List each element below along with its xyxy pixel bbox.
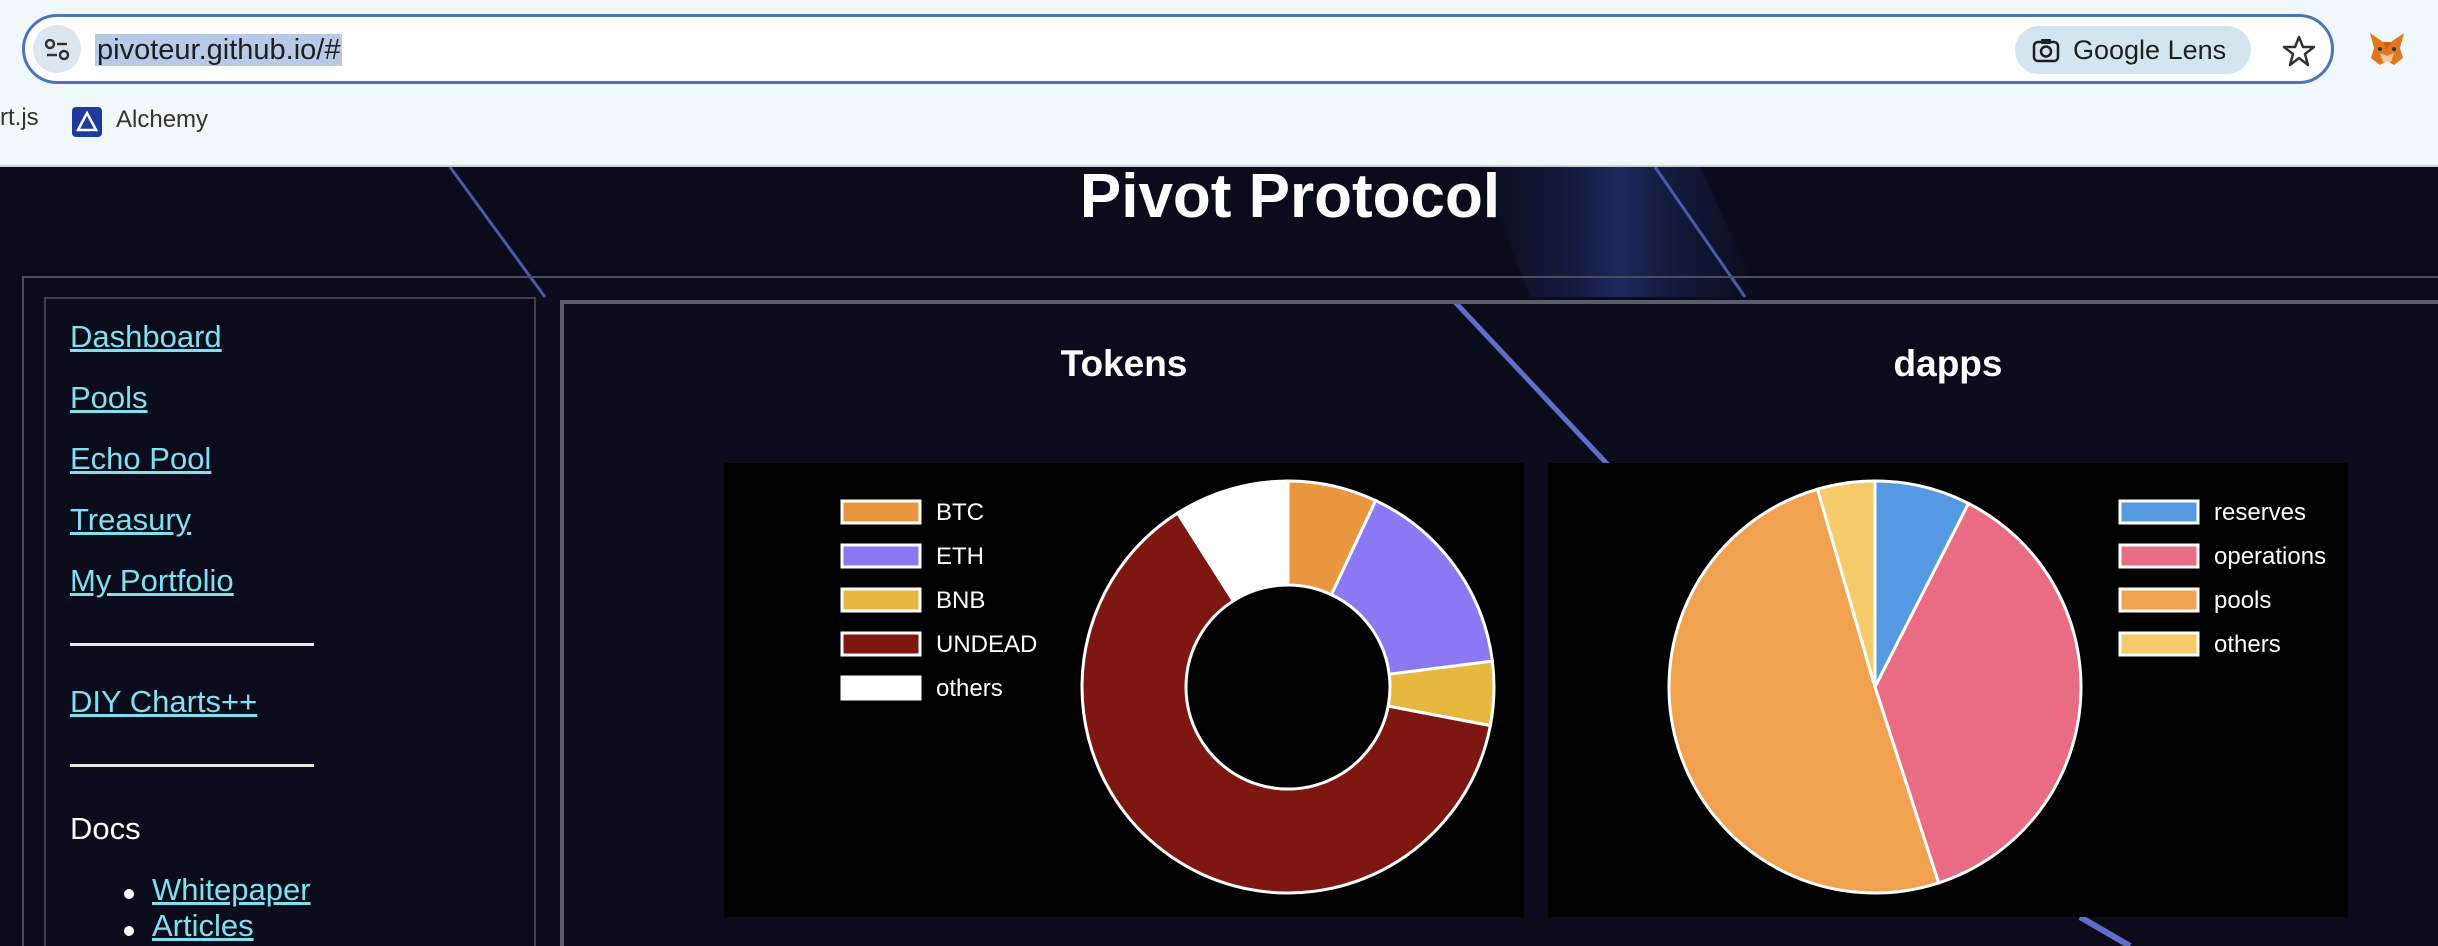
- lens-label: Google Lens: [2073, 35, 2227, 65]
- legend-label-others[interactable]: others: [936, 675, 1003, 702]
- legend-label-undead[interactable]: UNDEAD: [936, 631, 1037, 658]
- legend-swatch-undead[interactable]: [840, 631, 922, 657]
- nav-link-echo-pool[interactable]: Echo Pool: [70, 441, 211, 477]
- legend-swatch-others[interactable]: [840, 675, 922, 701]
- nav-link-whitepaper[interactable]: Whitepaper: [152, 872, 311, 908]
- metamask-extension-button[interactable]: [2366, 28, 2408, 70]
- bookmark-item-chartjs[interactable]: rt.js: [0, 104, 39, 132]
- legend-swatch-pools[interactable]: [2118, 587, 2200, 613]
- nav-divider: [70, 764, 314, 767]
- legend-label-pools[interactable]: pools: [2214, 587, 2271, 614]
- nav-divider: [70, 643, 314, 646]
- legend-swatch-eth[interactable]: [840, 543, 922, 569]
- url-selection: pivoteur.github.io/#: [95, 34, 343, 66]
- legend-swatch-btc[interactable]: [840, 499, 922, 525]
- alchemy-logo-icon: [72, 107, 102, 137]
- site-info-button[interactable]: [33, 25, 81, 73]
- docs-heading: Docs: [70, 811, 141, 846]
- list-bullet: [124, 889, 134, 899]
- star-icon: [2282, 35, 2316, 67]
- nav-link-articles[interactable]: Articles: [152, 908, 254, 944]
- legend-label-operations[interactable]: operations: [2214, 543, 2326, 570]
- google-lens-button[interactable]: Google Lens: [2015, 26, 2251, 74]
- tokens-doughnut-chart: BTC ETH BNB UNDEAD others: [840, 479, 1496, 895]
- legend-label-reserves[interactable]: reserves: [2214, 499, 2306, 526]
- tune-icon: [44, 38, 70, 61]
- legend-label-bnb[interactable]: BNB: [936, 587, 985, 614]
- nav-link-pools[interactable]: Pools: [70, 380, 148, 416]
- lens-icon: [2032, 39, 2060, 63]
- nav-link-treasury[interactable]: Treasury: [70, 502, 191, 538]
- legend-label-eth[interactable]: ETH: [936, 543, 984, 570]
- legend-swatch-reserves[interactable]: [2118, 499, 2200, 525]
- dapps-chart-title: dapps: [1893, 343, 2003, 384]
- legend-label-others[interactable]: others: [2214, 631, 2281, 658]
- legend-swatch-operations[interactable]: [2118, 543, 2200, 569]
- metamask-fox-icon: [2370, 33, 2404, 65]
- nav-link-diy-charts[interactable]: DIY Charts++: [70, 684, 257, 720]
- bookmark-label: Alchemy: [116, 106, 209, 133]
- tokens-chart: BTC ETH BNB UNDEAD others: [724, 463, 1524, 917]
- url-text[interactable]: pivoteur.github.io/#: [95, 31, 343, 69]
- bookmark-star-button[interactable]: [2277, 29, 2321, 73]
- page-content: Pivot Protocol Dashboard Pools Echo Pool…: [0, 167, 2438, 946]
- page-title: Pivot Protocol: [1079, 167, 1501, 231]
- bookmark-label: rt.js: [0, 104, 39, 131]
- address-bar[interactable]: pivoteur.github.io/# Google Lens: [22, 14, 2334, 84]
- list-bullet: [124, 926, 134, 936]
- legend-swatch-others[interactable]: [2118, 631, 2200, 657]
- legend-label-btc[interactable]: BTC: [936, 499, 984, 526]
- sidebar-nav: Dashboard Pools Echo Pool Treasury My Po…: [44, 297, 536, 946]
- nav-link-my-portfolio[interactable]: My Portfolio: [70, 563, 234, 599]
- legend-swatch-bnb[interactable]: [840, 587, 922, 613]
- nav-link-dashboard[interactable]: Dashboard: [70, 319, 222, 355]
- dapps-pie-chart: reserves operations pools others: [1667, 479, 2326, 895]
- dapps-chart: reserves operations pools others: [1548, 463, 2348, 917]
- browser-chrome: pivoteur.github.io/# Google Lens rt.js A…: [0, 0, 2438, 167]
- tokens-chart-title: Tokens: [1060, 343, 1188, 384]
